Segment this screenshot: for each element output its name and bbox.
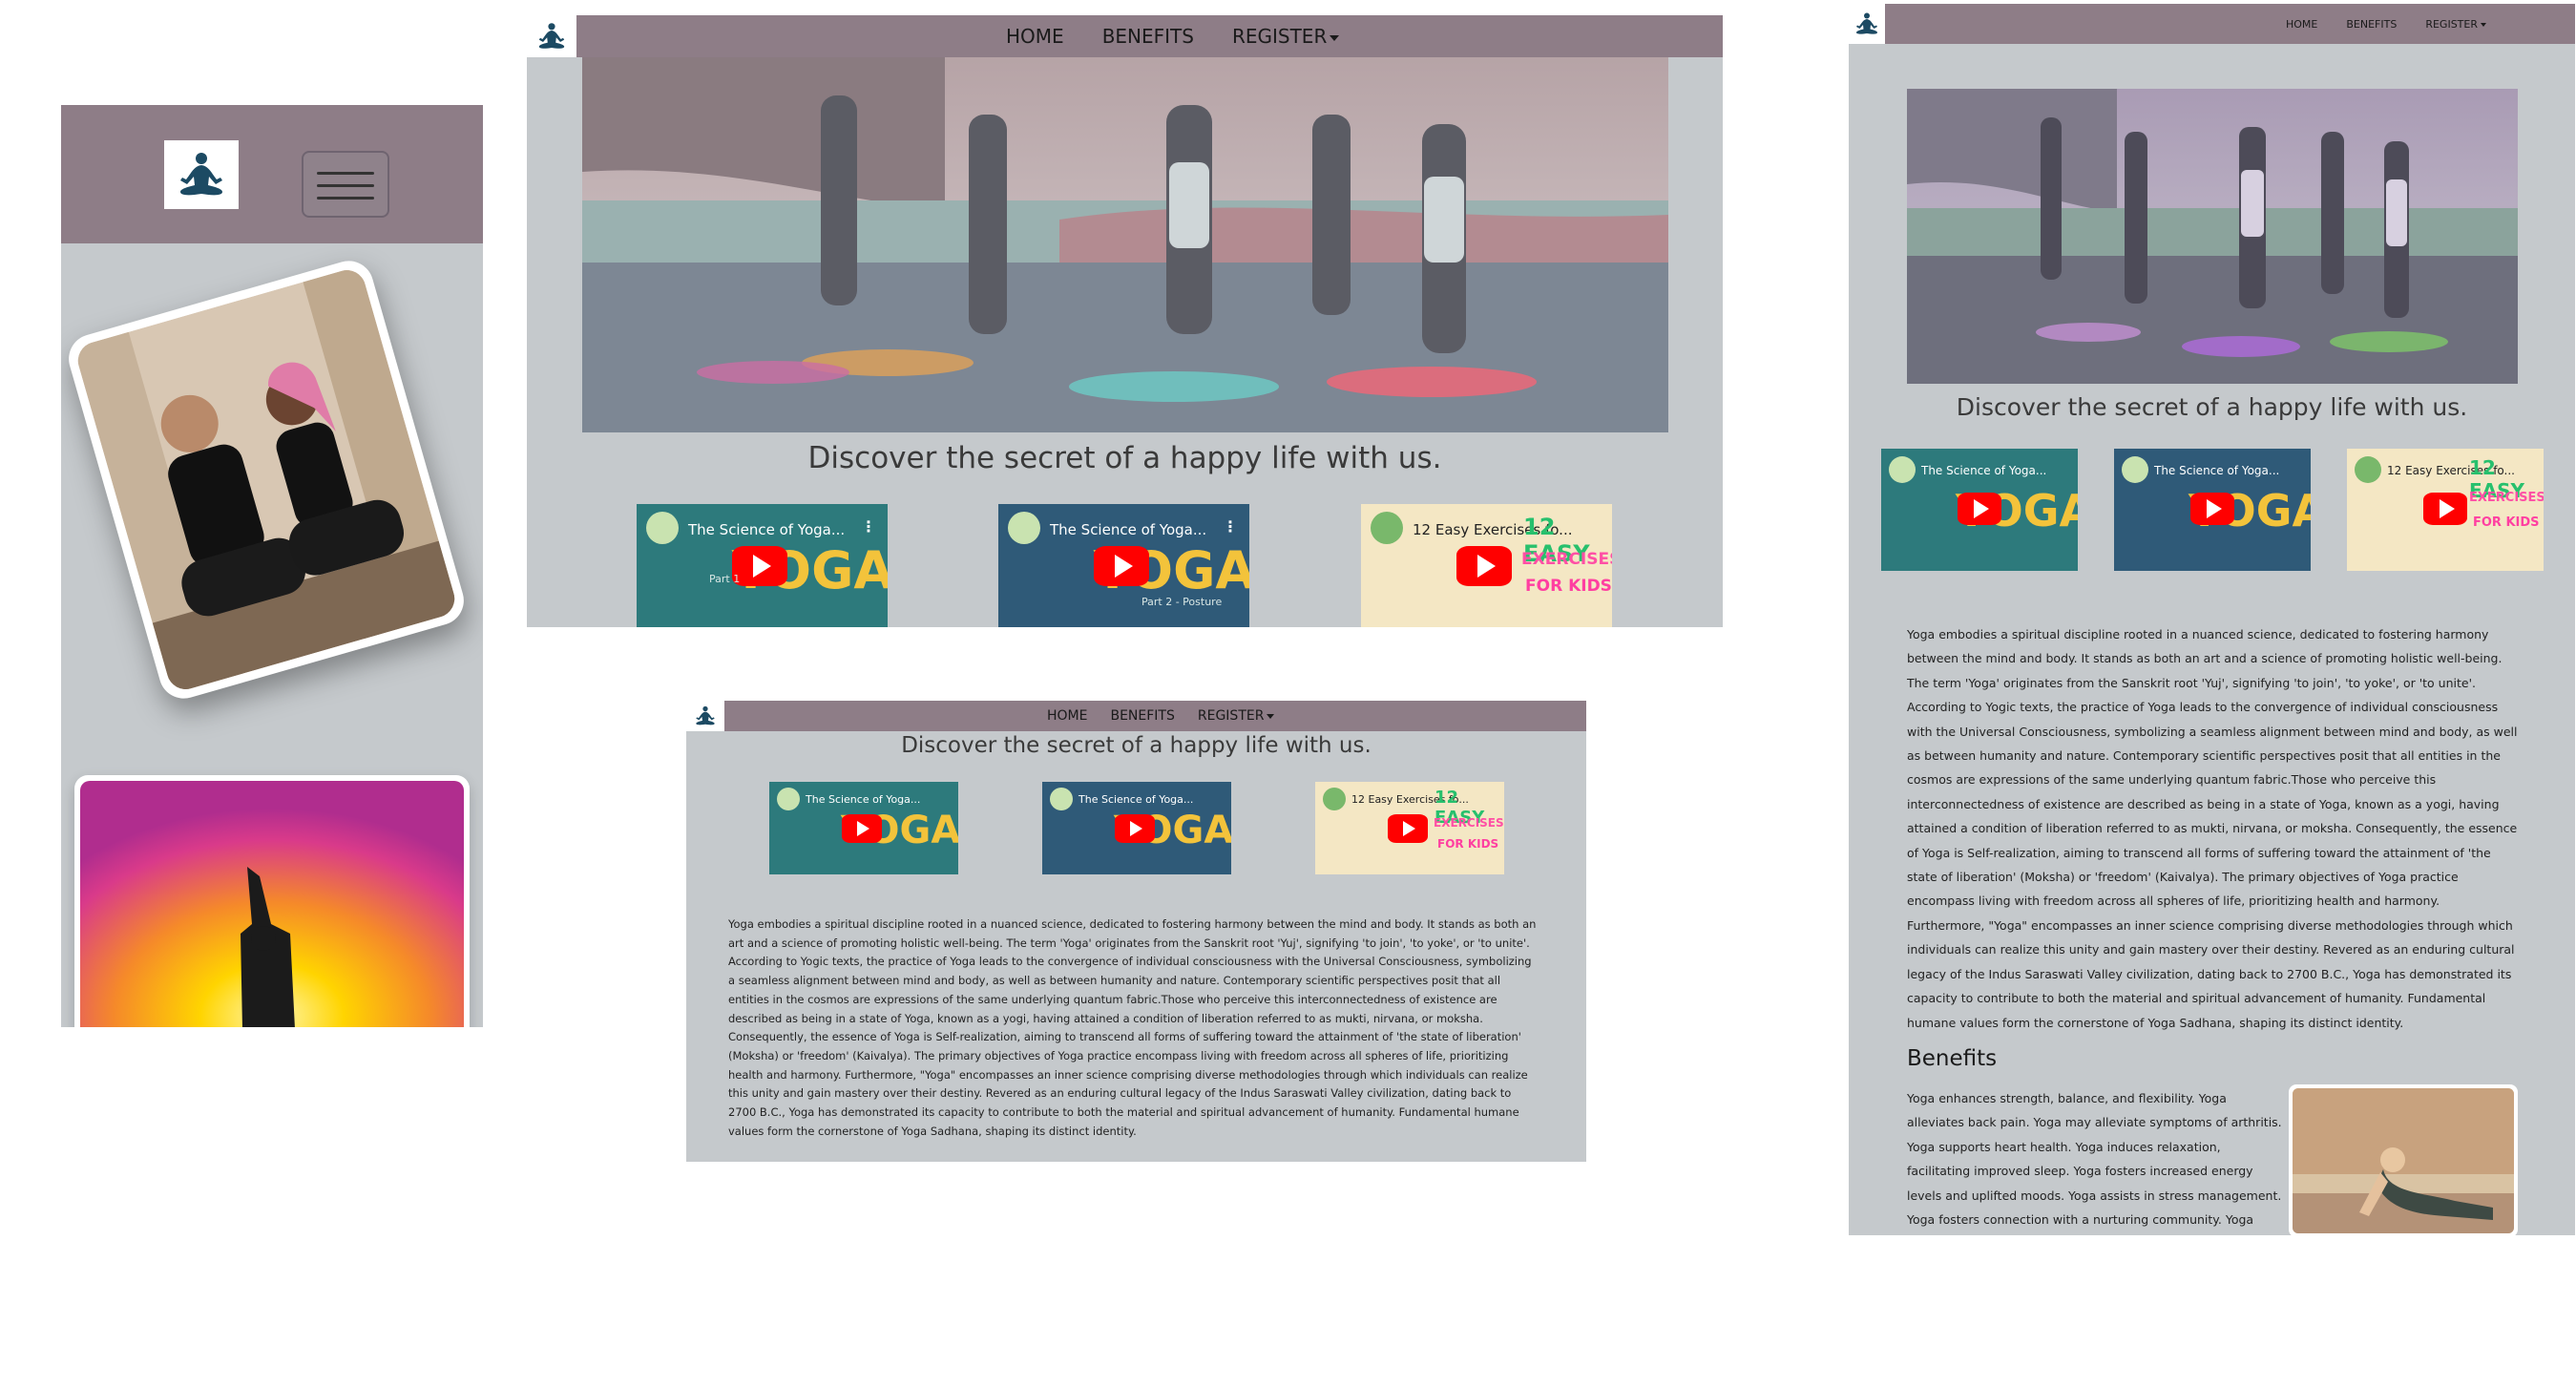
video-thumbnail: [2355, 456, 2381, 483]
nav-benefits[interactable]: BENEFITS: [1102, 25, 1194, 48]
video-thumbnail: [777, 788, 800, 810]
nav-home[interactable]: HOME: [2286, 18, 2317, 31]
meditation-icon: [1856, 12, 1877, 34]
tagline: Discover the secret of a happy life with…: [807, 441, 1442, 475]
tagline: Discover the secret of a happy life with…: [1956, 393, 2468, 421]
video-title: The Science of Yoga...: [1921, 464, 2047, 477]
beach-yoga-image: [1907, 89, 2518, 384]
nav-links: HOME BENEFITS REGISTER: [1006, 15, 1340, 57]
meditation-photo-card: [62, 255, 471, 705]
logo[interactable]: [164, 140, 239, 209]
nav-register[interactable]: REGISTER: [1232, 25, 1340, 48]
play-icon: [2439, 499, 2455, 518]
video-sub: Part 2 - Posture: [1141, 596, 1223, 608]
nav-register[interactable]: REGISTER: [1198, 708, 1275, 724]
video-thumbnail: [646, 512, 679, 544]
video-thumbnail: [1889, 456, 1916, 483]
video-1[interactable]: The Science of Yoga... YOGA: [1881, 449, 2078, 571]
video-title: The Science of Yoga...: [688, 521, 846, 538]
meditation-icon: [538, 23, 565, 49]
sunset-card: [74, 775, 470, 1027]
video-3[interactable]: 12 Easy Exercises fo... 12 EASY EXERCISE…: [1315, 782, 1504, 874]
video-2[interactable]: The Science of Yoga... ⋮ YOGA Part 2 - P…: [998, 504, 1249, 627]
nav-benefits[interactable]: BENEFITS: [1110, 708, 1174, 724]
nav-home[interactable]: HOME: [1006, 25, 1064, 48]
video-thumbnail: [1008, 512, 1040, 544]
video-2[interactable]: The Science of Yoga... YOGA: [2114, 449, 2311, 571]
video-3[interactable]: 12 Easy Exercises fo... 12 EASY EXERCISE…: [1361, 504, 1612, 627]
play-button[interactable]: [1456, 546, 1512, 586]
play-button[interactable]: [1115, 814, 1155, 843]
video-thumbnail: [1371, 512, 1403, 544]
play-icon: [1476, 555, 1496, 578]
desktop-view-right: HOME BENEFITS REGISTER Discover the secr…: [1849, 4, 2575, 1235]
video-3[interactable]: 12 Easy Exercises fo... 12 EASY EXERCISE…: [2347, 449, 2544, 571]
benefits-heading: Benefits: [1907, 1046, 1998, 1071]
play-icon: [2206, 499, 2222, 518]
nav-home[interactable]: HOME: [1047, 708, 1087, 724]
logo[interactable]: [686, 701, 724, 731]
video-title: The Science of Yoga...: [1079, 793, 1194, 806]
video-thumbnail: [2122, 456, 2148, 483]
benefits-text: Yoga enhances strength, balance, and fle…: [1907, 1091, 2282, 1228]
video-sub-kids: FOR KIDS: [2473, 515, 2540, 530]
nav-benefits[interactable]: BENEFITS: [2346, 18, 2397, 31]
video-title: The Science of Yoga...: [1050, 521, 1207, 538]
about-text: Yoga embodies a spiritual discipline roo…: [1907, 627, 2518, 1030]
video-sub-exercises: EXERCISES: [1521, 550, 1612, 569]
play-button[interactable]: [842, 814, 882, 843]
desktop-view-top: HOME BENEFITS REGISTER Discover the secr…: [527, 15, 1723, 627]
play-icon: [1402, 821, 1415, 836]
video-sub-kids: FOR KIDS: [1437, 837, 1499, 851]
play-button[interactable]: [1958, 493, 2001, 525]
video-1[interactable]: The Science of Yoga... ⋮ YOGA Part 1: [637, 504, 888, 627]
more-options-icon[interactable]: ⋮: [1223, 517, 1238, 536]
logo[interactable]: [527, 15, 576, 57]
chevron-down-icon: [2480, 22, 2486, 27]
play-icon: [752, 555, 771, 578]
more-options-icon[interactable]: ⋮: [861, 517, 876, 536]
play-icon: [1129, 821, 1142, 836]
play-button[interactable]: [1388, 814, 1428, 843]
video-thumbnail: [1050, 788, 1073, 810]
play-button[interactable]: [1094, 546, 1149, 586]
mobile-navbar: [61, 105, 483, 243]
nav-links: HOME BENEFITS REGISTER: [2286, 4, 2486, 44]
hamburger-icon: [317, 172, 374, 175]
play-button[interactable]: [732, 546, 787, 586]
video-sub-exercises: EXERCISES: [2469, 491, 2544, 505]
video-2[interactable]: The Science of Yoga... YOGA: [1042, 782, 1231, 874]
about-text: Yoga embodies a spiritual discipline roo…: [728, 917, 1537, 1138]
hero-image: [582, 57, 1668, 432]
tagline: Discover the secret of a happy life with…: [901, 733, 1372, 758]
video-thumbnail: [1323, 788, 1346, 810]
desktop-view-middle: HOME BENEFITS REGISTER Discover the secr…: [686, 701, 1586, 1162]
meditation-icon: [180, 153, 222, 196]
meditation-photo: [73, 265, 459, 694]
benefits-photo: [2289, 1084, 2518, 1235]
nav-links: HOME BENEFITS REGISTER: [1047, 701, 1275, 731]
hero-image: [1907, 89, 2518, 384]
menu-toggle-button[interactable]: [302, 151, 389, 218]
mobile-view: [61, 105, 483, 1027]
video-title: The Science of Yoga...: [806, 793, 921, 806]
chevron-down-icon: [1330, 34, 1340, 41]
play-icon: [1973, 499, 1989, 518]
video-1[interactable]: The Science of Yoga... YOGA: [769, 782, 958, 874]
play-button[interactable]: [2423, 493, 2467, 525]
video-sub-exercises: EXERCISES: [1434, 816, 1504, 830]
video-title: The Science of Yoga...: [2154, 464, 2280, 477]
meditation-icon: [696, 705, 715, 726]
play-button[interactable]: [2190, 493, 2234, 525]
logo[interactable]: [1849, 4, 1885, 44]
stretching-woman-image: [2293, 1088, 2514, 1233]
video-sub: Part 1: [709, 573, 741, 585]
nav-register[interactable]: REGISTER: [2425, 18, 2486, 31]
play-icon: [1114, 555, 1133, 578]
video-sub-kids: FOR KIDS: [1525, 577, 1612, 596]
beach-yoga-image: [582, 57, 1668, 432]
chevron-down-icon: [1267, 713, 1275, 719]
sunset-yoga-image: [80, 781, 464, 1027]
play-icon: [856, 821, 869, 836]
